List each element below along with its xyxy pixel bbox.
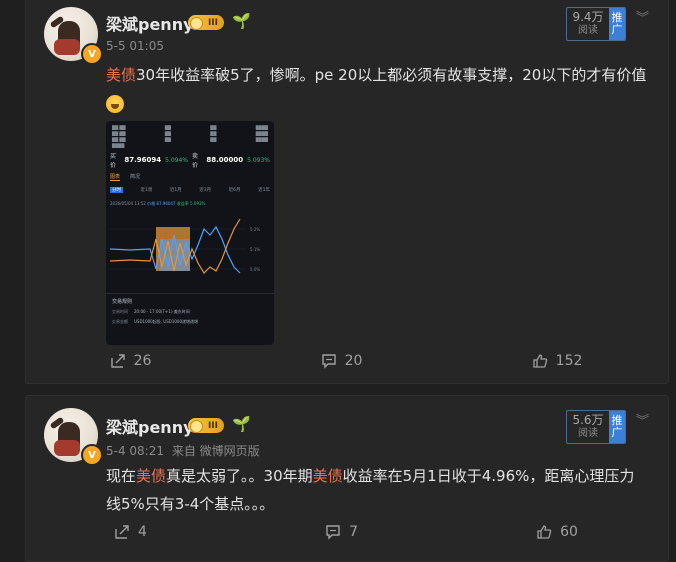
share-count: 26 bbox=[133, 353, 152, 369]
post-timestamp[interactable]: 5-5 01:05 bbox=[106, 39, 164, 53]
comment-count: 7 bbox=[349, 524, 358, 540]
like-count: 60 bbox=[560, 524, 578, 540]
comment-count: 20 bbox=[344, 353, 363, 369]
share-icon bbox=[114, 524, 130, 540]
post-timestamp[interactable]: 5-4 08:21 bbox=[106, 444, 164, 458]
post-actions: 4 7 60 bbox=[25, 524, 667, 540]
trading-rules: 交易规则 交易时间 20:00 - 17:00(T+1) 美东时间 交易金额 USD… bbox=[106, 293, 274, 329]
views-box[interactable]: 5.6万 阅读 推广 bbox=[566, 410, 626, 444]
username[interactable]: 梁斌penny bbox=[106, 414, 194, 438]
share-button[interactable]: 4 bbox=[114, 524, 147, 540]
weibo-post-card: V 梁斌penny III 🌱 5-5 01:05 9.4万 阅读 推广 ︾ 美债… bbox=[25, 0, 669, 384]
period-selector: 分时 近1周 近1月 近3月 近6月 近1年 bbox=[110, 187, 270, 193]
hashtag-link[interactable]: 美债 bbox=[106, 66, 136, 84]
chevron-down-icon[interactable]: ︾ bbox=[636, 7, 649, 26]
post-text-body: 30年收益率破5了，惨啊。pe 20以上都必须有故事支撑，20以下的才有价值 bbox=[136, 66, 647, 84]
comment-icon bbox=[321, 353, 337, 369]
share-icon bbox=[110, 353, 126, 369]
views-count: 5.6万 bbox=[572, 413, 604, 427]
hashtag-link[interactable]: 美债 bbox=[136, 467, 166, 485]
share-button[interactable]: 26 bbox=[110, 353, 152, 369]
post-meta: 5-5 01:05 bbox=[106, 39, 164, 53]
quote-table: ██ ██ ██ ██ ████ ██ ██ ██ ██ ████ ██ ██ ██ ██ ███… bbox=[112, 125, 268, 148]
views-count: 9.4万 bbox=[572, 10, 604, 24]
like-button[interactable]: 60 bbox=[536, 524, 578, 540]
svg-text:5.1%: 5.1% bbox=[250, 247, 260, 252]
quote-row: 买价 87.96094 5.094% 卖价 88.00000 5.093% bbox=[110, 153, 270, 169]
thumbs-up-icon bbox=[532, 353, 548, 369]
views-label: 阅读 bbox=[578, 428, 598, 439]
post-meta: 5-4 08:21 来自 微博网页版 bbox=[106, 442, 260, 459]
verified-badge-icon: V bbox=[81, 444, 103, 466]
sprout-icon[interactable]: 🌱 bbox=[232, 415, 251, 433]
like-button[interactable]: 152 bbox=[532, 353, 583, 369]
post-text: 现在美债真是太弱了。。30年期美债收益率在5月1日收于4.96%，距离心理压力线… bbox=[106, 467, 635, 513]
level-badge[interactable]: III bbox=[188, 15, 224, 30]
comment-button[interactable]: 7 bbox=[325, 524, 358, 540]
intraday-chart: 5.2% 5.1% 5.0% bbox=[110, 218, 260, 274]
svg-text:5.0%: 5.0% bbox=[250, 267, 260, 272]
views-box[interactable]: 9.4万 阅读 推广 bbox=[566, 7, 626, 41]
sprout-icon[interactable]: 🌱 bbox=[232, 12, 251, 30]
svg-text:5.2%: 5.2% bbox=[250, 227, 260, 232]
post-text: 美债30年收益率破5了，惨啊。pe 20以上都必须有故事支撑，20以下的才有价值 bbox=[106, 61, 648, 117]
share-count: 4 bbox=[138, 524, 147, 540]
username[interactable]: 梁斌penny bbox=[106, 11, 194, 35]
hashtag-link[interactable]: 美债 bbox=[313, 467, 343, 485]
chart-legend: 2026/05/04 13:52 价格 87.96047 收益率 5.093% bbox=[110, 201, 206, 206]
views-label: 阅读 bbox=[578, 25, 598, 36]
level-badge[interactable]: III bbox=[188, 418, 224, 433]
chevron-down-icon[interactable]: ︾ bbox=[636, 410, 649, 429]
chart-tabs: 图表 简况 bbox=[110, 174, 141, 181]
crying-emoji-icon bbox=[106, 94, 124, 113]
comment-icon bbox=[325, 524, 341, 540]
promote-button[interactable]: 推广 bbox=[609, 411, 625, 443]
promote-button[interactable]: 推广 bbox=[609, 8, 625, 40]
post-actions: 26 20 152 bbox=[25, 353, 667, 369]
like-count: 152 bbox=[555, 353, 583, 369]
image-thumbnail[interactable]: ██ ██ ██ ██ ████ ██ ██ ██ ██ ████ ██ ██ ██ ██ ███… bbox=[106, 121, 274, 345]
comment-button[interactable]: 20 bbox=[321, 353, 363, 369]
post-source: 来自 微博网页版 bbox=[171, 444, 260, 458]
thumbs-up-icon bbox=[536, 524, 552, 540]
verified-badge-icon: V bbox=[81, 43, 103, 65]
